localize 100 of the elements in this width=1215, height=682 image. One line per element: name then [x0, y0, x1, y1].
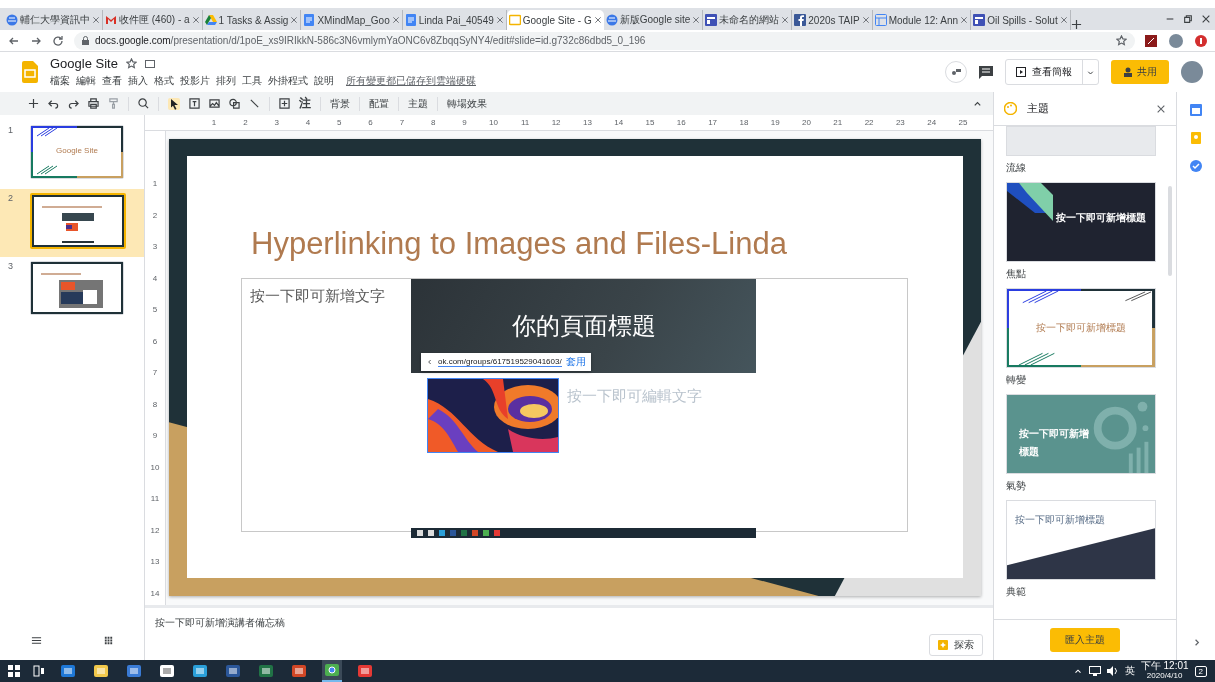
- cursor-icon[interactable]: [168, 97, 180, 110]
- menu-item[interactable]: 檔案: [50, 74, 70, 88]
- text-box-icon[interactable]: [189, 98, 200, 109]
- theme-thumbnail[interactable]: 按一下即可新增標題: [1006, 288, 1156, 368]
- slide-title[interactable]: Hyperlinking to Images and Files-Linda: [251, 223, 787, 264]
- close-icon[interactable]: [92, 16, 100, 24]
- close-icon[interactable]: [960, 16, 969, 24]
- tasks-icon[interactable]: [1190, 160, 1202, 172]
- print-icon[interactable]: [88, 98, 99, 109]
- input-method-indicator[interactable]: 英: [1124, 664, 1135, 678]
- menu-item[interactable]: 外掛程式: [268, 74, 308, 88]
- browser-tab[interactable]: Linda Pai_40549: [402, 10, 507, 30]
- menu-item[interactable]: 說明: [314, 74, 334, 88]
- zoom-icon[interactable]: [138, 98, 149, 109]
- panel-title: 主題: [1027, 101, 1049, 116]
- menu-item[interactable]: 格式: [154, 74, 174, 88]
- browser-tab[interactable]: 收件匣 (460) - a: [103, 10, 203, 30]
- star-icon[interactable]: [1116, 35, 1127, 46]
- windows-icon[interactable]: [8, 665, 20, 677]
- theme-thumbnail[interactable]: 按一下即可新增標題: [1006, 182, 1156, 262]
- close-icon[interactable]: [593, 16, 602, 24]
- reload-icon[interactable]: [52, 34, 64, 47]
- close-icon[interactable]: [692, 16, 701, 24]
- comment-icon[interactable]: [979, 65, 993, 79]
- explore-button[interactable]: 探索: [929, 634, 983, 657]
- scrollbar[interactable]: [1168, 186, 1172, 276]
- undo-icon[interactable]: [48, 98, 59, 109]
- theme-thumbnail[interactable]: 按一下即可新增標題: [1006, 500, 1156, 580]
- list-view-icon[interactable]: [30, 635, 42, 646]
- grid-view-icon[interactable]: [102, 635, 114, 646]
- theme-thumbnail[interactable]: 按一下即可新增標題: [1006, 394, 1156, 474]
- apply-link[interactable]: 套用: [565, 354, 586, 369]
- add-comment-icon[interactable]: [279, 98, 290, 109]
- document-title[interactable]: Google Site: [50, 56, 118, 71]
- stop-icon[interactable]: [1195, 34, 1207, 47]
- close-icon[interactable]: [861, 16, 870, 24]
- share-button[interactable]: 共用: [1111, 60, 1169, 84]
- task-view-icon[interactable]: [33, 665, 45, 677]
- network-icon[interactable]: [1088, 666, 1101, 676]
- restore-icon[interactable]: [1183, 14, 1193, 24]
- close-icon[interactable]: [191, 16, 200, 24]
- close-icon[interactable]: [391, 16, 400, 24]
- chrome-icon[interactable]: [322, 660, 342, 682]
- slide-number: 2: [8, 193, 14, 205]
- slide-thumbnail[interactable]: [30, 193, 126, 249]
- star-icon[interactable]: [125, 58, 137, 69]
- speaker-icon[interactable]: [1106, 666, 1119, 676]
- back-icon[interactable]: [426, 357, 434, 366]
- close-icon[interactable]: [1201, 14, 1211, 24]
- close-icon[interactable]: [1059, 16, 1068, 24]
- menu-item[interactable]: 投影片: [180, 74, 210, 88]
- close-icon[interactable]: [1156, 103, 1166, 114]
- notification-badge[interactable]: 2: [1194, 665, 1207, 677]
- import-theme-button[interactable]: 匯入主題: [1050, 628, 1120, 652]
- redo-icon[interactable]: [68, 98, 79, 109]
- theme-sample-title: 按一下即可新增標題: [1015, 514, 1105, 525]
- menu-item[interactable]: 編輯: [76, 74, 96, 88]
- browser-tab[interactable]: 2020s TAIP: [792, 10, 873, 30]
- slide-thumbnail[interactable]: Google Site: [30, 125, 124, 179]
- theme-thumbnail[interactable]: [1006, 126, 1156, 156]
- sites-icon: [973, 14, 986, 26]
- line-icon[interactable]: [249, 98, 260, 109]
- close-icon[interactable]: [781, 16, 790, 24]
- speaker-notes-field[interactable]: 按一下即可新增演講者備忘稿: [155, 616, 285, 631]
- browser-tab[interactable]: 未命名的網站: [703, 10, 793, 30]
- menu-item[interactable]: 插入: [128, 74, 148, 88]
- image-icon[interactable]: [209, 98, 220, 109]
- menu-item[interactable]: 工具: [242, 74, 262, 88]
- plus-icon[interactable]: [28, 98, 39, 109]
- sites-icon: [705, 14, 718, 26]
- toolbar-button[interactable]: 轉場效果: [447, 96, 487, 111]
- menu-item[interactable]: 排列: [216, 74, 236, 88]
- new-tab-icon[interactable]: [1070, 19, 1082, 30]
- present-button[interactable]: 查看簡報: [1005, 59, 1099, 85]
- browser-tab[interactable]: 1 Tasks & Assig: [202, 10, 302, 30]
- address-field[interactable]: docs.google.com/presentation/d/1poE_xs9IRIkkN-586c3N6vmlymYaONC6v8ZbqqSyNY4/edit#slide=id.g732c86dbd5_0_196: [74, 31, 1135, 50]
- browser-tab[interactable]: XMindMap_Goo: [301, 10, 403, 30]
- clock-date[interactable]: 2020/4/10: [1146, 671, 1183, 681]
- browser-tab[interactable]: 輔仁大學資訊中: [4, 10, 103, 30]
- shape-icon[interactable]: [229, 98, 240, 109]
- text-placeholder[interactable]: 按一下即可新增文字: [242, 278, 411, 314]
- link-url[interactable]: ok.com/groups/617519529041603/: [438, 356, 562, 367]
- close-icon[interactable]: [290, 16, 299, 24]
- menu-item[interactable]: 查看: [102, 74, 122, 88]
- toolbar-button[interactable]: 配置: [369, 96, 389, 111]
- browser-tab[interactable]: Oil Spills - Solut: [971, 10, 1071, 30]
- slide-thumbnail[interactable]: [30, 261, 124, 315]
- browser-tab[interactable]: Google Site - G: [506, 10, 604, 30]
- close-icon[interactable]: [495, 16, 504, 24]
- calendar-icon[interactable]: [1190, 104, 1202, 116]
- avatar-icon[interactable]: [1181, 61, 1203, 83]
- lock-icon: [82, 36, 89, 45]
- input-tools-button[interactable]: 注: [299, 95, 311, 112]
- clock-time[interactable]: 下午 12:01: [1140, 661, 1189, 671]
- toolbar-button[interactable]: 背景: [330, 96, 350, 111]
- browser-tab[interactable]: 新版Google site: [603, 10, 704, 30]
- browser-tab[interactable]: Module 12: Ann: [872, 10, 972, 30]
- toolbar-button[interactable]: 主題: [408, 96, 428, 111]
- save-status-link[interactable]: 所有變更都已儲存到雲端硬碟: [346, 74, 476, 88]
- avatar-icon[interactable]: [1169, 33, 1183, 48]
